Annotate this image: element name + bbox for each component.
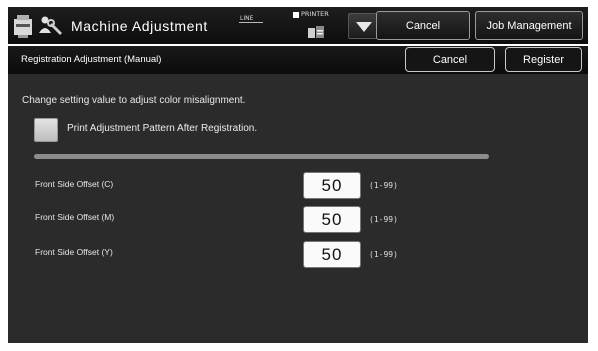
triangle-down-icon [356,22,372,32]
offset-y-input[interactable]: 50 [303,241,361,268]
offset-y-label: Front Side Offset (Y) [35,247,113,257]
machine-adjustment-icon [12,11,68,41]
panel-title: Registration Adjustment (Manual) [21,54,162,65]
printer-indicator-square [293,12,299,18]
line-indicator-label: LINE [240,15,254,22]
instruction-text: Change setting value to adjust color mis… [22,95,246,106]
printer-icon [307,25,325,39]
offset-c-input[interactable]: 50 [303,172,361,199]
line-indicator-rule [239,22,263,23]
offset-c-label: Front Side Offset (C) [35,179,114,189]
registration-panel: Registration Adjustment (Manual) Cancel … [8,46,588,343]
job-management-button[interactable]: Job Management [475,11,583,40]
printer-indicator-label: PRINTER [301,10,329,18]
offset-y-range: (1-99) [369,250,398,259]
app-title: Machine Adjustment [71,18,208,34]
cancel-button[interactable]: Cancel [405,47,495,72]
menu-dropdown-button[interactable] [348,13,378,39]
section-divider [34,154,489,159]
offset-c-range: (1-99) [369,181,398,190]
register-button[interactable]: Register [505,47,582,72]
offset-m-range: (1-99) [369,215,398,224]
print-pattern-label: Print Adjustment Pattern After Registrat… [67,123,258,134]
offset-m-input[interactable]: 50 [303,206,361,233]
top-bar: Machine Adjustment LINE PRINTER Cancel J… [8,7,588,44]
panel-header: Registration Adjustment (Manual) Cancel … [8,46,588,74]
offset-m-label: Front Side Offset (M) [35,212,115,222]
print-pattern-checkbox[interactable] [34,118,58,142]
header-cancel-button[interactable]: Cancel [376,11,470,40]
